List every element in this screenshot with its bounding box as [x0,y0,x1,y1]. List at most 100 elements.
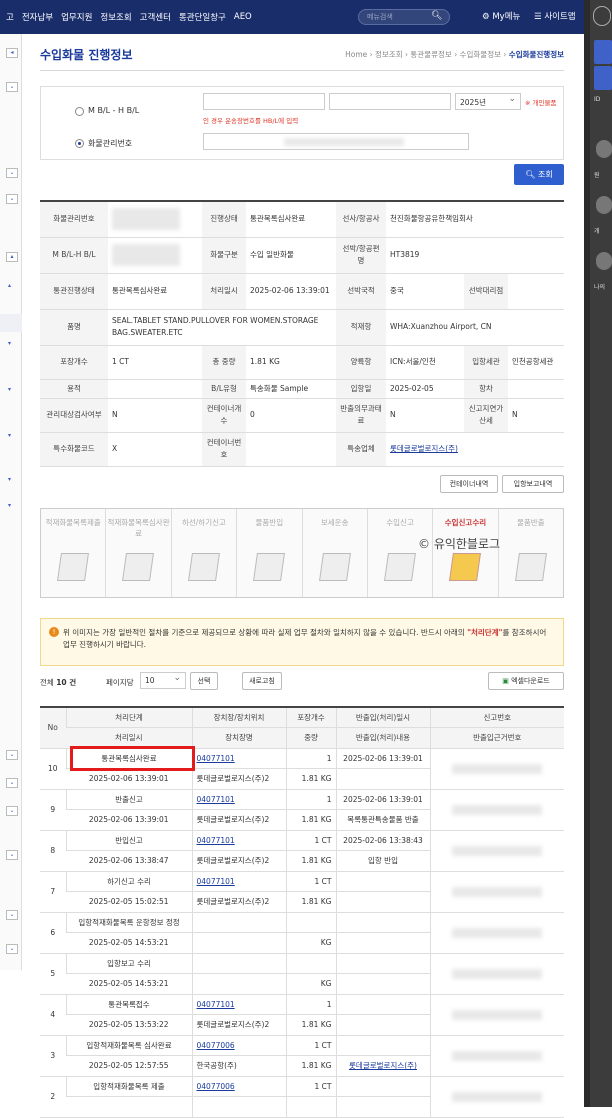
table-row[interactable]: 8 반입신고 04077101 1 CT 2025-02-06 13:38:43 [40,830,564,872]
dropdown-icon[interactable]: ⌄ [6,778,18,788]
panel-blue-button[interactable] [594,66,612,90]
package-count: 1 [285,789,336,810]
dropdown-icon[interactable]: ⌄ [6,806,18,816]
per-page-select[interactable]: 10 [140,672,186,689]
dropdown-icon[interactable]: ⌄ [6,82,18,92]
hbl-input[interactable] [329,93,451,110]
dropdown-icon[interactable]: ⌄ [6,910,18,920]
step-name: 하기신고 수리 [65,871,192,892]
inout-content-text[interactable]: 롯데글로벌로지스(주) [349,1061,417,1070]
location-code-cell: 04077101 [191,994,286,1015]
weight: KG [285,932,336,954]
panel-gray-icon[interactable] [596,196,612,214]
process-datetime: 2025-02-05 15:02:51 [66,891,192,913]
search-button[interactable]: 🔍︎ 조회 [514,164,564,185]
nav-item[interactable]: 고 [6,11,14,23]
nav-item[interactable]: 업무지원 [61,11,92,23]
detail-value: 1 CT [108,345,202,380]
sitemap-button[interactable]: ☰ 사이트맵 [534,10,576,22]
notice-highlight: "처리단계" [467,628,503,637]
dropdown-icon[interactable]: ⌄ [6,194,18,204]
cargo-number-input[interactable] [203,133,469,150]
location-code-link[interactable]: 04077101 [197,877,235,886]
chevron-icon: ▾ [8,432,12,439]
nav-item[interactable]: 정보조회 [100,11,131,23]
detail-label: 품명 [40,309,108,346]
header-cell: 중량 [285,727,336,749]
courier-name[interactable]: 롯데글로벌로지스(주) [390,444,458,453]
panel-blue-button[interactable] [594,40,612,64]
inout-content [335,891,430,913]
radio-cargo-number[interactable] [75,139,84,148]
location-code-link[interactable]: 04077101 [197,795,235,804]
detail-label: 입항일 [336,379,386,399]
detail-label: 컨테이너번호 [202,432,246,467]
scroll-up-icon[interactable]: ▴ [6,252,18,262]
panel-gray-icon[interactable] [596,252,612,270]
year-select[interactable]: 2025년 [455,93,521,110]
collapse-arrow-icon[interactable]: ◂ [6,48,18,58]
table-row[interactable]: 9 반출신고 04077101 1 2025-02-06 13:39:01 [40,789,564,831]
inout-datetime [335,1076,430,1097]
arrival-report-button[interactable]: 입항보고내역 [502,475,564,493]
nav-item[interactable]: 전자납부 [22,11,53,23]
excel-download-button[interactable]: ▣ 엑셀다운로드 [488,672,564,690]
table-row[interactable]: 7 하기신고 수리 04077101 1 CT [40,871,564,913]
menu-search-input[interactable]: 메뉴검색 🔍︎ [358,9,450,25]
report-number [429,953,564,995]
refresh-button[interactable]: 새로고침 [242,672,282,690]
table-row[interactable]: 5 입항보고 수리 [40,953,564,995]
detail-value: N [386,398,464,433]
table-row[interactable]: 6 입항적재화물목록 운항정보 정정 [40,912,564,954]
process-datetime: 2025-02-05 14:53:21 [66,932,192,954]
detail-value: ICN:서울/인천 [386,345,464,380]
location-code-link[interactable]: 04077006 [197,1082,235,1091]
courier-link[interactable]: 롯데글로벌로지스(주) [386,432,564,467]
breadcrumb: Home › 정보조회 › 통관물류정보 › 수입화물정보 › 수입화물진행정보 [345,50,564,59]
detail-label: 선사/항공사 [336,201,386,238]
nav-item[interactable]: 고객센터 [140,11,171,23]
mbl-input[interactable] [203,93,325,110]
dropdown-icon[interactable]: ⌄ [6,944,18,954]
step-label: 적재화물목록제출 [45,518,101,527]
breadcrumb-item[interactable]: 수입화물정보 [460,50,501,59]
container-history-button[interactable]: 컨테이너내역 [440,475,498,493]
nav-item[interactable]: AEO [234,12,252,22]
table-row[interactable]: 2 입항적재화물목록 제출 04077006 1 CT [40,1076,564,1118]
detail-value: 중국 [386,273,464,310]
dropdown-icon[interactable]: ⌄ [6,850,18,860]
close-icon[interactable] [593,6,611,26]
panel-gray-icon[interactable] [596,140,612,158]
detail-value [508,273,564,310]
radio-mbl[interactable] [75,107,84,116]
detail-value: HT3819 [386,237,564,274]
detail-label: 신고지연가산세 [464,398,508,433]
location-name: 롯데글로벌로지스(주)2 [191,768,286,790]
chevron-icon: ▾ [8,340,12,347]
inout-content-text: 목록통관특송물품 반출 [347,815,419,825]
step-item-active: 수입신고수리 [433,509,499,597]
location-code-link[interactable]: 04077101 [197,1000,235,1009]
search-icon[interactable]: 🔍︎ [431,11,442,21]
breadcrumb-item[interactable]: Home [345,50,367,59]
dropdown-icon[interactable]: ⌄ [6,750,18,760]
table-row[interactable]: 4 통관목록접수 04077101 1 [40,994,564,1036]
nav-item[interactable]: 통관단일창구 [179,11,226,23]
package-count [285,912,336,933]
my-menu-button[interactable]: ⚙ My메뉴 [482,10,520,22]
dropdown-icon[interactable]: ⌄ [6,168,18,178]
breadcrumb-item[interactable]: 정보조회 [375,50,403,59]
table-row[interactable]: 3 입항적재화물목록 심사완료 04077006 1 CT [40,1035,564,1077]
location-code-link[interactable]: 04077101 [197,836,235,845]
chevron-icon: ▴ [8,282,12,289]
location-code-link[interactable]: 04077101 [197,754,235,763]
report-number [429,748,564,790]
radio-mbl-label: M B/L - H B/L [88,106,140,115]
location-code-link[interactable]: 04077006 [197,1041,235,1050]
package-count [285,953,336,974]
location-code-cell: 04077101 [191,871,286,892]
row-number: 6 [40,912,66,954]
select-button[interactable]: 선택 [190,672,218,690]
step-name: 입항적재화물목록 운항정보 정정 [65,912,192,933]
breadcrumb-item[interactable]: 통관물류정보 [410,50,451,59]
